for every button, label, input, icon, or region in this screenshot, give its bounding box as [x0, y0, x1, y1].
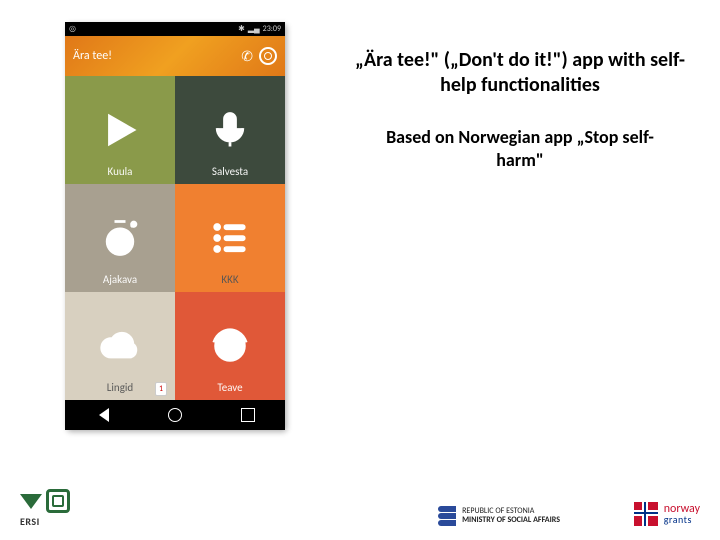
cloud-icon: [98, 324, 142, 368]
timer-icon: [98, 216, 142, 260]
spiral-icon[interactable]: [259, 47, 277, 65]
tile-label: KKK: [175, 273, 285, 286]
signal-icon: ▂▄: [248, 24, 260, 34]
tile-label: Ajakava: [65, 273, 175, 286]
ministry-line2: MINISTRY OF SOCIAL AFFAIRS: [462, 516, 560, 525]
ersi-label: ERSI: [20, 515, 40, 528]
face-icon: [208, 324, 252, 368]
bluetooth-icon: ✱: [238, 24, 245, 34]
footer: ERSI REPUBLIC OF ESTONIA MINISTRY OF SOC…: [0, 470, 720, 540]
back-icon[interactable]: [95, 408, 109, 422]
notif-icon: ◎: [69, 24, 76, 34]
ersi-spiral-icon: [46, 489, 70, 513]
phone-icon[interactable]: ✆: [241, 48, 253, 65]
tile-label: Teave: [175, 381, 285, 394]
recents-icon[interactable]: [241, 408, 255, 422]
logo-ministry: REPUBLIC OF ESTONIA MINISTRY OF SOCIAL A…: [438, 506, 560, 526]
estonia-lions-icon: [438, 506, 456, 526]
clock: 23:09: [263, 24, 281, 34]
tile-kuula[interactable]: Kuula: [65, 76, 175, 184]
logo-norway-grants: norway grants: [634, 502, 700, 526]
tile-label: Kuula: [65, 165, 175, 178]
tile-grid: Kuula Salvesta Ajakava KKK Lingid 1 T: [65, 76, 285, 400]
play-icon: [98, 108, 142, 152]
tile-salvesta[interactable]: Salvesta: [175, 76, 285, 184]
norway-flag-icon: [634, 502, 658, 526]
app-title: Ära tee!: [73, 49, 112, 63]
phone-mock: ◎ ✱ ▂▄ 23:09 Ära tee! ✆ Kuula Salvesta: [65, 22, 285, 430]
badge: 1: [155, 382, 167, 396]
tile-label: Salvesta: [175, 165, 285, 178]
tile-kkk[interactable]: KKK: [175, 184, 285, 292]
android-navbar: [65, 400, 285, 430]
slide: ◎ ✱ ▂▄ 23:09 Ära tee! ✆ Kuula Salvesta: [0, 0, 720, 540]
ersi-triangle-icon: [20, 494, 42, 509]
tile-ajakava[interactable]: Ajakava: [65, 184, 175, 292]
home-icon[interactable]: [168, 408, 182, 422]
logo-ersi: ERSI: [20, 489, 70, 528]
slide-heading: „Ära tee!" („Don't do it!") app with sel…: [340, 48, 700, 98]
app-header: Ära tee! ✆: [65, 36, 285, 76]
norway-line2: grants: [664, 515, 700, 525]
tile-teave[interactable]: Teave: [175, 292, 285, 400]
tile-lingid[interactable]: Lingid 1: [65, 292, 175, 400]
slide-subheading: Based on Norwegian app „Stop self-harm": [370, 126, 670, 171]
list-icon: [208, 216, 252, 260]
android-statusbar: ◎ ✱ ▂▄ 23:09: [65, 22, 285, 36]
mic-icon: [208, 108, 252, 152]
